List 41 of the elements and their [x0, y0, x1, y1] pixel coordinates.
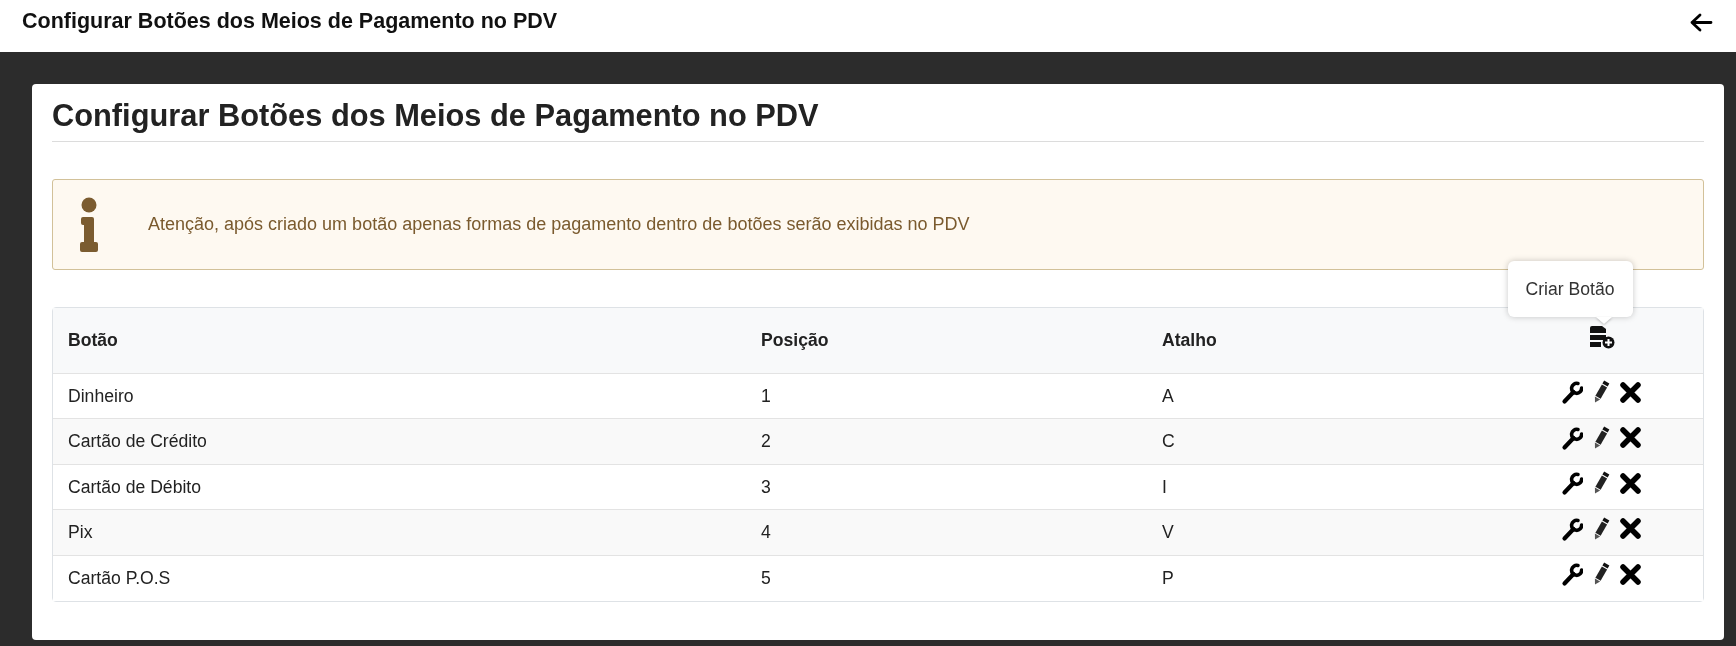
table-cell: Dinheiro — [53, 373, 746, 419]
table-cell: Cartão de Crédito — [53, 418, 746, 464]
tooltip-arrow-icon — [1595, 317, 1612, 325]
close-icon — [1619, 380, 1642, 404]
delete-button[interactable] — [1618, 561, 1643, 587]
close-icon — [1619, 471, 1642, 495]
table-cell: 4 — [746, 509, 1147, 555]
wrench-icon — [1561, 561, 1583, 588]
table-cell: V — [1146, 509, 1501, 555]
back-button[interactable] — [1688, 12, 1714, 33]
alert-message: Atenção, após criado um botão apenas formas de pagamento dentro de botões serão exibidas no PDV — [148, 213, 970, 236]
table-cell: Cartão de Débito — [53, 464, 746, 510]
wrench-icon — [1561, 470, 1583, 497]
delete-button[interactable] — [1618, 425, 1643, 451]
column-header: Atalho — [1146, 308, 1501, 373]
table-cell: I — [1146, 464, 1501, 510]
table-cell: 2 — [746, 418, 1147, 464]
table-cell: 5 — [746, 555, 1147, 601]
stack-plus-icon — [1588, 325, 1615, 350]
table-cell: A — [1146, 373, 1501, 419]
table-cell: 3 — [746, 464, 1147, 510]
table-cell: P — [1146, 555, 1501, 601]
table-cell: Pix — [53, 509, 746, 555]
column-header: Posição — [746, 308, 1147, 373]
create-button[interactable] — [1587, 324, 1616, 351]
page-title: Configurar Botões dos Meios de Pagamento no PDV — [22, 8, 558, 34]
section-heading: Configurar Botões dos Meios de Pagamento no PDV — [52, 99, 820, 133]
close-icon — [1619, 426, 1642, 450]
info-icon — [78, 196, 100, 253]
close-icon — [1619, 562, 1642, 586]
table-cell: C — [1146, 418, 1501, 464]
table-cell: 1 — [746, 373, 1147, 419]
table-cell: Cartão P.O.S — [53, 555, 746, 601]
delete-button[interactable] — [1618, 470, 1643, 496]
back-arrow-icon — [1689, 13, 1713, 32]
delete-button[interactable] — [1618, 516, 1643, 542]
column-header: Botão — [53, 308, 746, 373]
tooltip: Criar Botão — [1507, 261, 1633, 318]
wrench-icon — [1561, 379, 1583, 406]
close-icon — [1619, 517, 1642, 541]
delete-button[interactable] — [1618, 379, 1643, 405]
